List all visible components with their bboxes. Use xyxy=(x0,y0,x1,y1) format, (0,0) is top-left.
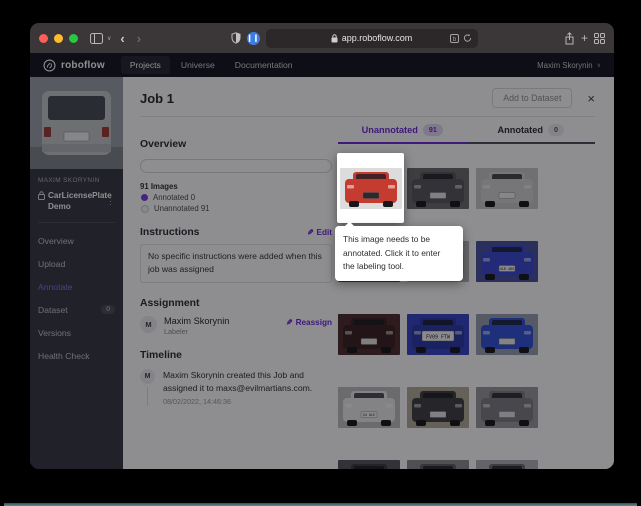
highlighted-image-card[interactable] xyxy=(337,153,404,223)
privacy-shield-icon[interactable] xyxy=(231,32,241,44)
extension-icon[interactable]: ❙❙ xyxy=(247,32,260,45)
onboarding-dim-overlay xyxy=(30,53,614,469)
sidebar-chevron-icon[interactable]: ∨ xyxy=(107,35,111,42)
address-bar-icons: b xyxy=(450,29,472,48)
url-text: app.roboflow.com xyxy=(342,33,413,43)
tab-overview-icon[interactable] xyxy=(594,33,605,44)
zoom-window-button[interactable] xyxy=(69,34,78,43)
window-controls xyxy=(39,34,78,43)
onboarding-tooltip: This image needs to be annotated. Click … xyxy=(335,226,463,281)
svg-text:b: b xyxy=(452,36,456,42)
close-window-button[interactable] xyxy=(39,34,48,43)
new-tab-icon[interactable]: + xyxy=(581,31,588,45)
highlighted-image-thumbnail[interactable] xyxy=(340,168,402,209)
translate-icon[interactable]: b xyxy=(450,34,459,43)
browser-toolbar: ∨ ‹ › ❙❙ app.roboflow.com b + xyxy=(30,23,614,53)
sidebar-toggle-icon[interactable] xyxy=(90,33,103,44)
browser-window: ∨ ‹ › ❙❙ app.roboflow.com b + roboflow xyxy=(30,23,614,469)
reload-icon[interactable] xyxy=(463,33,472,43)
lock-icon xyxy=(331,34,338,43)
back-button[interactable]: ‹ xyxy=(117,32,127,45)
forward-button[interactable]: › xyxy=(134,32,144,45)
share-icon[interactable] xyxy=(564,32,575,45)
minimize-window-button[interactable] xyxy=(54,34,63,43)
address-bar[interactable]: app.roboflow.com b xyxy=(266,29,478,48)
